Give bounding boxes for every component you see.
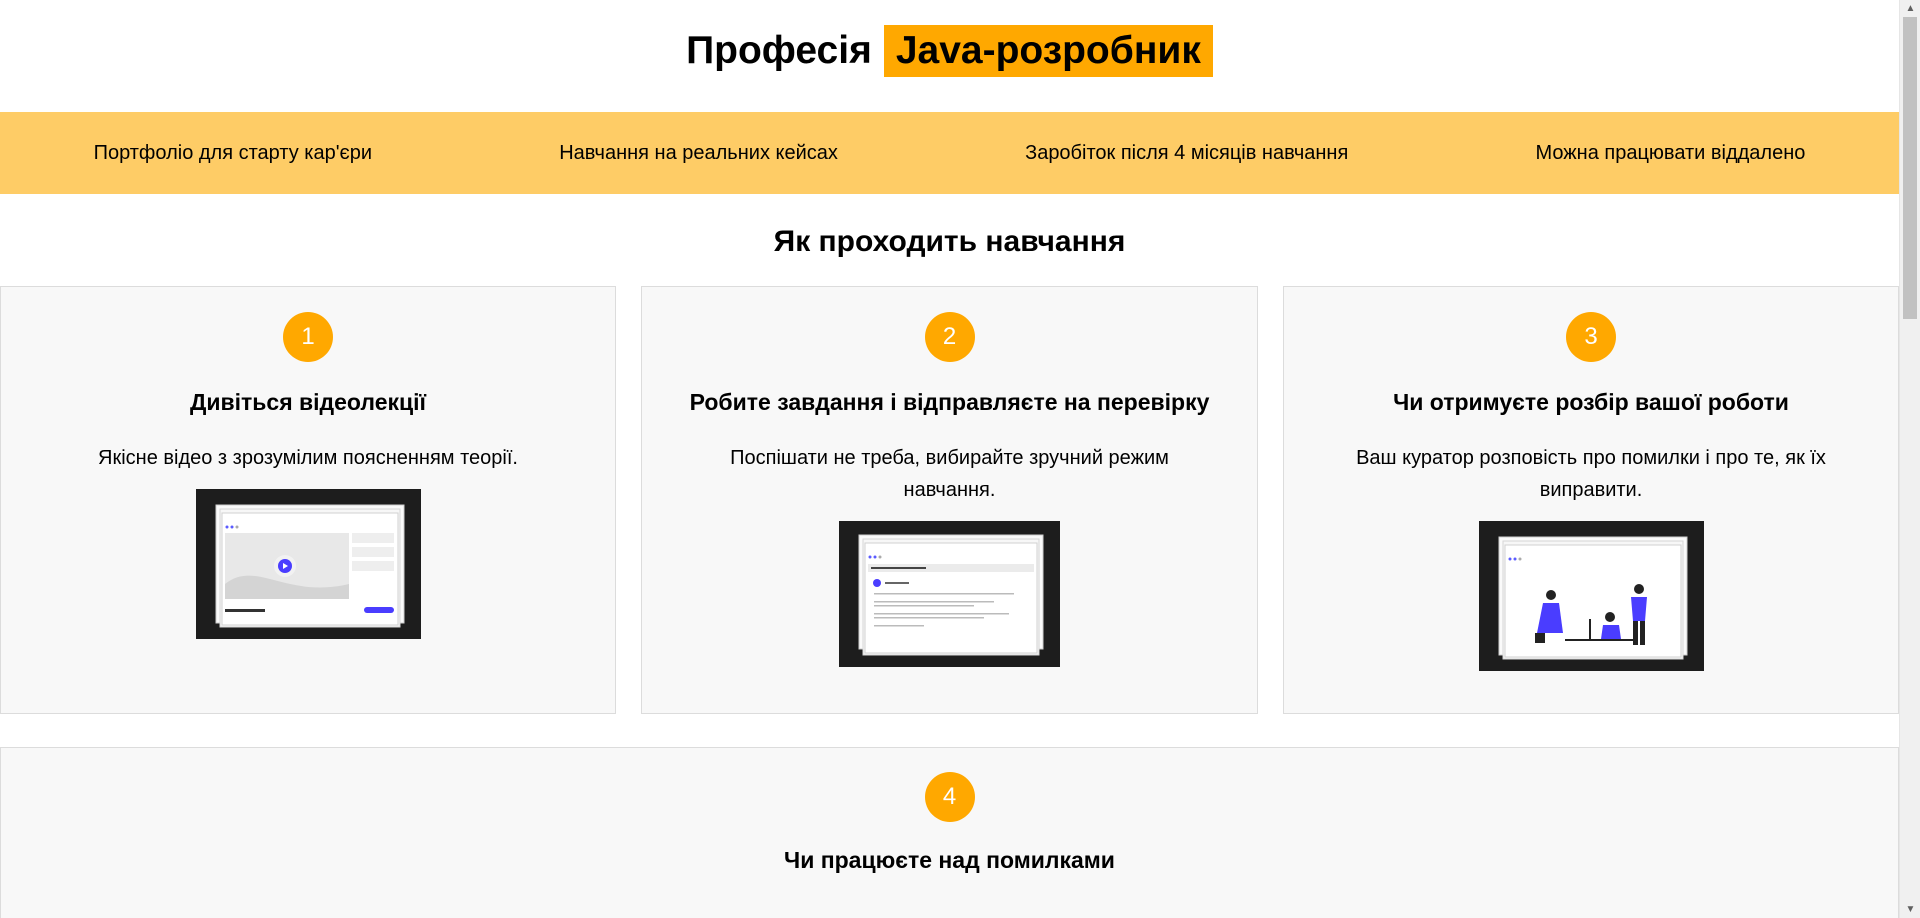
step-title: Чи працюєте над помилками: [784, 847, 1115, 873]
step-title: Дивіться відеолекції: [189, 389, 427, 415]
step-card-4: 4 Чи працюєте над помилками: [0, 747, 1899, 918]
video-lecture-illustration: [195, 489, 421, 639]
steps-grid: 1 Дивіться відеолекції Якісне відео з зр…: [0, 286, 1899, 726]
step-number: 2: [924, 312, 975, 362]
benefit-item: Заробіток після 4 місяців навчання: [1025, 141, 1349, 164]
title-highlight: Java-розробник: [883, 25, 1213, 77]
step-description: Ваш куратор розповість про помилки і про…: [1356, 447, 1826, 501]
step-title: Чи отримуєте розбір вашої роботи: [1393, 389, 1789, 415]
step-number: 1: [283, 312, 333, 362]
step-description: Поспішати не треба, вибирайте зручний ре…: [730, 447, 1169, 501]
scroll-up-icon[interactable]: ▲: [1900, 0, 1920, 17]
benefit-item: Навчання на реальних кейсах: [559, 141, 838, 164]
scroll-down-icon[interactable]: ▼: [1900, 901, 1920, 918]
step-title: Робите завдання і відправляєте на переві…: [689, 389, 1210, 415]
page: Професія Java-розробник Портфоліо для ст…: [0, 0, 1899, 918]
benefit-item: Можна працювати віддалено: [1535, 141, 1806, 164]
scrollbar-thumb[interactable]: [1903, 17, 1917, 319]
vertical-scrollbar[interactable]: ▲ ▼: [1899, 0, 1920, 918]
page-title: Професія Java-розробник: [686, 25, 1213, 77]
step-number: 4: [924, 772, 975, 822]
benefits-bar: Портфоліо для старту кар'єри Навчання на…: [0, 112, 1899, 194]
benefit-item: Портфоліо для старту кар'єри: [93, 141, 373, 164]
header: Професія Java-розробник: [0, 0, 1899, 112]
section-title: Як проходить навчання: [773, 225, 1126, 258]
step-number: 3: [1566, 312, 1616, 362]
title-prefix: Професія: [686, 29, 872, 72]
homework-illustration: [839, 521, 1060, 667]
step-card-3: 3 Чи отримуєте розбір вашої роботи Ваш к…: [1283, 286, 1899, 714]
step-description: Якісне відео з зрозумілим поясненням тео…: [98, 447, 518, 469]
review-illustration: [1478, 521, 1704, 671]
step-card-1: 1 Дивіться відеолекції Якісне відео з зр…: [0, 286, 616, 714]
step-card-2: 2 Робите завдання і відправляєте на пере…: [641, 286, 1258, 714]
